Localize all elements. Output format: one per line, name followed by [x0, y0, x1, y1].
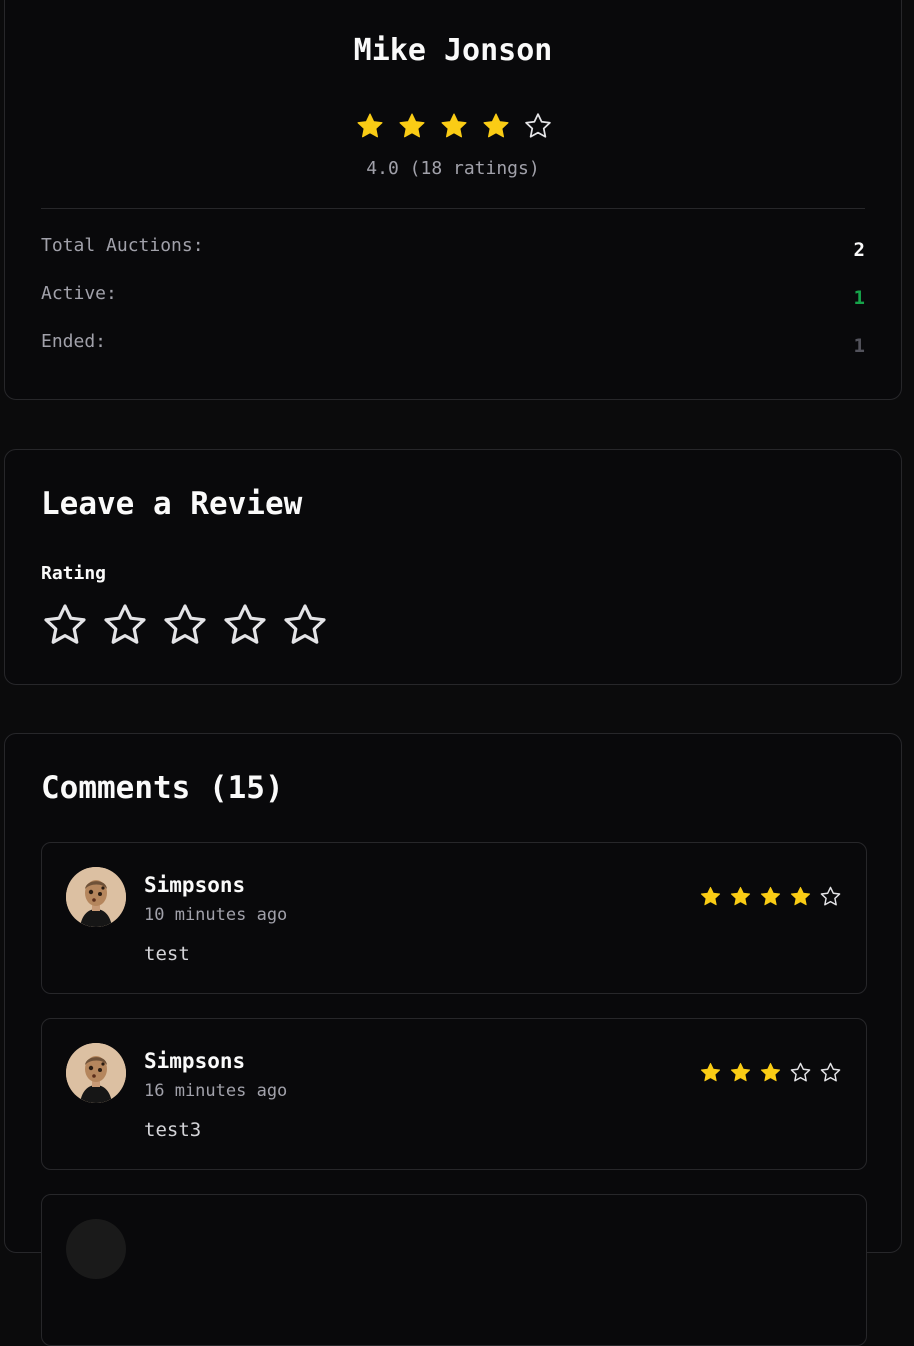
stat-value: 2 — [853, 239, 865, 261]
star-icon — [483, 113, 509, 138]
rating-label: Rating — [41, 563, 107, 584]
star-icon — [441, 113, 467, 138]
star-icon[interactable] — [221, 601, 269, 649]
star-icon[interactable] — [41, 601, 89, 649]
comments-card: Comments (15) Simpsons 10 minutes ago te… — [4, 733, 902, 1346]
comment-timestamp: 16 minutes ago — [144, 1081, 288, 1101]
star-icon — [760, 1062, 781, 1082]
star-icon — [700, 1062, 721, 1082]
star-icon — [399, 113, 425, 138]
comment-item: Simpsons 10 minutes ago test — [41, 842, 867, 994]
stat-active: Active: 1 — [41, 283, 865, 313]
comment-text: test — [144, 943, 190, 965]
star-icon[interactable] — [161, 601, 209, 649]
review-title: Leave a Review — [41, 486, 303, 522]
stat-label: Active: — [41, 283, 117, 304]
stat-value: 1 — [853, 287, 865, 309]
star-icon[interactable] — [101, 601, 149, 649]
comments-title: Comments (15) — [41, 770, 284, 806]
review-rating-input[interactable] — [41, 601, 329, 649]
avatar — [66, 867, 126, 927]
seller-profile-card: Mike Jonson 4.0 (18 ratings) Total Aucti… — [4, 0, 902, 400]
divider — [41, 208, 865, 209]
stat-label: Ended: — [41, 331, 107, 352]
comment-author[interactable]: Simpsons — [144, 873, 245, 897]
stat-value: 1 — [853, 335, 865, 357]
stat-label: Total Auctions: — [41, 235, 204, 256]
seller-rating-stars — [355, 111, 553, 141]
comment-rating-stars — [699, 1061, 842, 1084]
star-icon — [790, 886, 811, 906]
seller-name: Mike Jonson — [353, 33, 553, 68]
star-icon[interactable] — [281, 601, 329, 649]
star-icon — [700, 886, 721, 906]
star-icon — [730, 1062, 751, 1082]
star-icon — [730, 886, 751, 906]
star-icon — [357, 113, 383, 138]
star-icon — [820, 1062, 841, 1082]
star-icon — [525, 113, 551, 138]
avatar — [66, 1219, 126, 1279]
comment-item: Simpsons 16 minutes ago test3 — [41, 1018, 867, 1170]
comment-rating-stars — [699, 885, 842, 908]
rating-summary: 4.0 (18 ratings) — [366, 158, 540, 179]
comment-item — [41, 1194, 867, 1346]
star-icon — [790, 1062, 811, 1082]
stat-ended: Ended: 1 — [41, 331, 865, 361]
stat-total-auctions: Total Auctions: 2 — [41, 235, 865, 265]
comment-text: test3 — [144, 1119, 202, 1141]
leave-review-card: Leave a Review Rating — [4, 449, 902, 685]
star-icon — [820, 886, 841, 906]
comment-timestamp: 10 minutes ago — [144, 905, 288, 925]
star-icon — [760, 886, 781, 906]
comment-author[interactable]: Simpsons — [144, 1049, 245, 1073]
avatar — [66, 1043, 126, 1103]
